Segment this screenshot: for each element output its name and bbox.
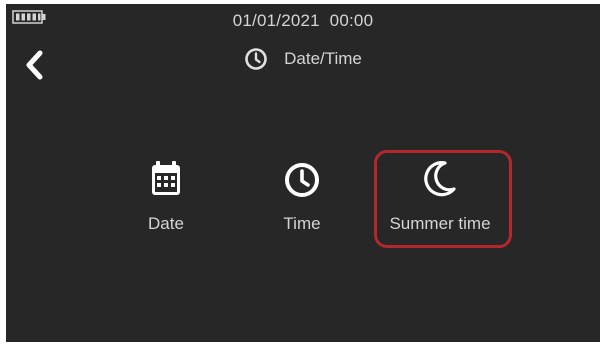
device-screen: 01/01/2021 00:00 Date/Time Date Time Sum… [6,4,600,342]
page-title: Date/Time [284,49,362,68]
menu-item-label: Time [283,214,321,233]
calendar-icon [152,161,180,195]
moon-icon [424,161,456,197]
menu-item-summer-time[interactable]: Summer time [380,157,500,247]
page-header: Date/Time [6,46,600,72]
menu-item-time[interactable]: Time [242,157,362,247]
status-datetime: 01/01/2021 00:00 [232,11,374,30]
menu-item-label: Summer time [389,214,491,233]
clock-icon [245,48,267,70]
clock-icon [285,163,319,197]
menu-item-date[interactable]: Date [106,157,226,247]
menu-item-label: Date [148,214,184,233]
